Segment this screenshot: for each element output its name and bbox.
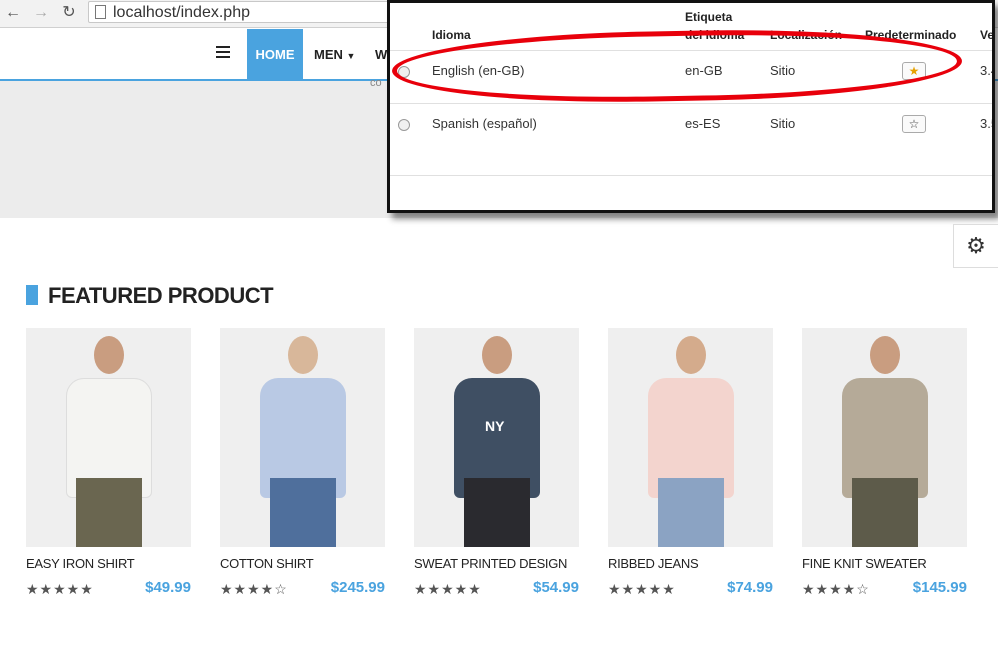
lang-tag-es: es-ES: [685, 116, 721, 131]
product-price: $245.99: [330, 579, 385, 596]
model-pants: [852, 478, 918, 547]
model-head: [482, 336, 512, 374]
section-title: FEATURED PRODUCT: [48, 283, 274, 308]
url-text: localhost/index.php: [113, 4, 250, 21]
product-image[interactable]: [26, 328, 191, 547]
product-price: $54.99: [533, 579, 579, 596]
rating-stars-icon: ★★★★☆: [802, 581, 870, 597]
col-idioma: Idioma: [432, 28, 471, 42]
product-card[interactable]: EASY IRON SHIRT ★★★★★ $49.99: [26, 328, 191, 601]
product-card[interactable]: COTTON SHIRT ★★★★☆ $245.99: [220, 328, 385, 601]
banner-text-fragment: co: [370, 77, 382, 89]
product-name[interactable]: EASY IRON SHIRT: [26, 556, 191, 571]
model-head: [288, 336, 318, 374]
product-price: $74.99: [727, 579, 773, 596]
rating-stars-icon: ★★★★★: [26, 581, 94, 597]
set-default-star-icon[interactable]: ☆: [902, 115, 926, 133]
product-card[interactable]: FINE KNIT SWEATER ★★★★☆ $145.99: [802, 328, 967, 601]
product-name[interactable]: FINE KNIT SWEATER: [802, 556, 967, 571]
select-radio-es[interactable]: [398, 119, 410, 131]
gear-icon: ⚙: [966, 233, 986, 258]
back-arrow-icon[interactable]: ←: [4, 4, 22, 22]
model-head: [94, 336, 124, 374]
nav-men[interactable]: MEN ▼: [314, 29, 355, 81]
product-image[interactable]: [608, 328, 773, 547]
lang-location-es: Sitio: [770, 116, 796, 131]
product-price: $49.99: [145, 579, 191, 596]
address-bar[interactable]: localhost/index.php: [88, 1, 408, 23]
nav-home[interactable]: HOME: [247, 29, 303, 81]
lang-version-en: 3.4: [980, 63, 992, 78]
model-head: [676, 336, 706, 374]
reload-icon[interactable]: ↻: [60, 4, 78, 22]
row-divider: [390, 175, 992, 176]
lang-name-es: Spanish (español): [432, 116, 537, 131]
product-card[interactable]: RIBBED JEANS ★★★★★ $74.99: [608, 328, 773, 601]
caret-down-icon: ▼: [346, 51, 356, 61]
nav-men-label: MEN: [314, 47, 343, 62]
rating-stars-icon: ★★★★★: [414, 581, 482, 597]
col-etiqueta-1: Etiqueta: [685, 10, 733, 24]
lang-version-es: 3.5: [980, 116, 992, 131]
col-version: Ve: [980, 28, 995, 42]
section-accent-bar: [26, 285, 38, 305]
settings-button[interactable]: ⚙: [953, 224, 998, 268]
model-pants: [270, 478, 336, 547]
product-name[interactable]: SWEAT PRINTED DESIGN: [414, 556, 579, 571]
shirt-print: NY: [485, 418, 505, 434]
model-pants: [76, 478, 142, 547]
product-name[interactable]: COTTON SHIRT: [220, 556, 385, 571]
nav-w[interactable]: W: [375, 29, 387, 81]
forward-arrow-icon[interactable]: →: [32, 4, 50, 22]
model-head: [870, 336, 900, 374]
model-pants: [658, 478, 724, 547]
page-icon: [95, 5, 106, 19]
product-card[interactable]: NY SWEAT PRINTED DESIGN ★★★★★ $54.99: [414, 328, 579, 601]
language-table-overlay: Idioma Etiqueta del idioma Localización …: [387, 0, 995, 213]
rating-stars-icon: ★★★★☆: [220, 581, 288, 597]
product-image[interactable]: NY: [414, 328, 579, 547]
product-image[interactable]: [220, 328, 385, 547]
product-name[interactable]: RIBBED JEANS: [608, 556, 773, 571]
row-divider: [390, 103, 992, 104]
model-pants: [464, 478, 530, 547]
product-price: $145.99: [912, 579, 967, 596]
product-image[interactable]: [802, 328, 967, 547]
red-highlight-annotation: [391, 26, 963, 106]
menu-icon[interactable]: [216, 46, 230, 58]
rating-stars-icon: ★★★★★: [608, 581, 676, 597]
